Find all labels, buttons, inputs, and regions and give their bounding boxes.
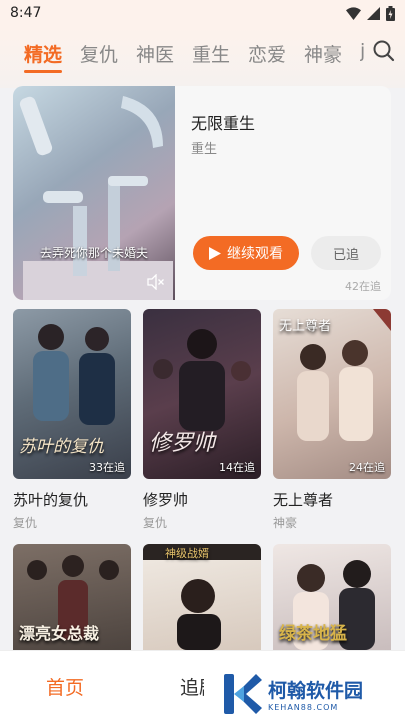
featured-title[interactable]: 无限重生	[191, 110, 255, 134]
featured-follow-count: 42在追	[345, 280, 381, 293]
active-tab-indicator	[24, 70, 62, 73]
poster-title: 修罗帅	[149, 431, 216, 456]
drama-poster[interactable]: 无上尊者 24在追	[273, 309, 391, 479]
tab-miracle-doctor[interactable]: 神医	[136, 40, 174, 67]
featured-video-poster[interactable]: 去弄死你那个未婚夫	[13, 86, 175, 300]
card-title[interactable]: 修罗帅	[143, 489, 261, 510]
watermark-name: 柯翰软件园	[268, 680, 364, 702]
drama-poster[interactable]: 神级战婿	[143, 544, 261, 650]
poster-title: 漂亮女总裁	[19, 624, 100, 643]
poster-title: 绿茶地猛	[279, 624, 347, 644]
status-icons	[346, 6, 395, 21]
search-icon[interactable]	[371, 38, 397, 64]
watermark-text: 柯翰软件园 KEHAN88.COM	[268, 676, 363, 712]
battery-icon	[386, 6, 395, 21]
nav-home[interactable]: 首页	[46, 673, 84, 700]
drama-card[interactable]: 神级战婿	[143, 544, 261, 650]
wifi-icon	[346, 7, 361, 20]
drama-card[interactable]: 苏叶的复仇 33在追 苏叶的复仇 复仇	[13, 309, 131, 531]
drama-card[interactable]: 绿茶地猛	[273, 544, 391, 650]
tab-partial[interactable]: j	[360, 40, 368, 62]
followed-label: 已追	[332, 247, 359, 263]
card-title[interactable]: 苏叶的复仇	[13, 489, 131, 510]
drama-poster[interactable]: 漂亮女总裁	[13, 544, 131, 650]
video-subtitle: 去弄死你那个未婚夫	[39, 246, 148, 260]
drama-poster[interactable]: 绿茶地猛	[273, 544, 391, 650]
card-genre: 神豪	[273, 516, 298, 530]
followed-button[interactable]: 已追	[311, 236, 381, 270]
follow-count: 24在追	[349, 461, 385, 474]
card-title[interactable]: 无上尊者	[273, 489, 391, 510]
follow-count: 14在追	[219, 461, 255, 474]
poster-illustration	[297, 309, 391, 441]
play-icon	[209, 246, 221, 260]
site-watermark: 柯翰软件园 KEHAN88.COM	[222, 668, 398, 720]
card-genre: 复仇	[143, 516, 168, 530]
drama-card[interactable]: 漂亮女总裁	[13, 544, 131, 650]
status-time: 8:47	[10, 5, 42, 21]
tab-tycoon[interactable]: 神豪	[304, 40, 342, 67]
poster-title: 苏叶的复仇	[19, 437, 104, 457]
kehan-logo-icon	[224, 674, 262, 714]
featured-drama-card[interactable]: 去弄死你那个未婚夫 无限重生 重生 继续观看 已追 42在追	[13, 86, 391, 300]
continue-watching-label: 继续观看	[227, 246, 283, 262]
status-bar: 8:47	[0, 0, 405, 28]
tab-romance[interactable]: 恋爱	[248, 40, 286, 67]
continue-watching-button[interactable]: 继续观看	[193, 236, 299, 270]
nav-follow[interactable]: 追剧	[180, 673, 204, 700]
signal-icon	[367, 7, 380, 20]
follow-count: 33在追	[89, 461, 125, 474]
watermark-domain: KEHAN88.COM	[268, 703, 339, 712]
tab-rebirth[interactable]: 重生	[192, 40, 230, 67]
drama-poster[interactable]: 苏叶的复仇 33在追	[13, 309, 131, 479]
faucet-illustration	[19, 96, 173, 300]
featured-genre: 重生	[191, 142, 218, 157]
drama-card[interactable]: 无上尊者 24在追 无上尊者 神豪	[273, 309, 391, 531]
drama-card[interactable]: 修罗帅 14在追 修罗帅 复仇	[143, 309, 261, 531]
mute-icon[interactable]	[147, 274, 165, 290]
category-tabs: 精选 复仇 神医 重生 恋爱 神豪 j	[0, 28, 405, 78]
tab-featured[interactable]: 精选	[24, 40, 62, 67]
tab-revenge[interactable]: 复仇	[80, 40, 118, 67]
poster-title: 神级战婿	[165, 547, 209, 560]
drama-poster[interactable]: 修罗帅 14在追	[143, 309, 261, 479]
card-genre: 复仇	[13, 516, 38, 530]
poster-title: 无上尊者	[279, 319, 332, 334]
